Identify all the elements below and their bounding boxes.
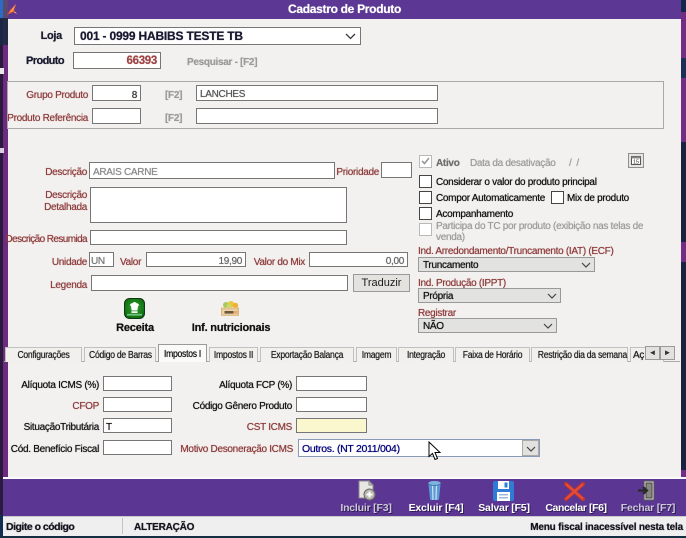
svg-text:15: 15 — [633, 160, 639, 166]
